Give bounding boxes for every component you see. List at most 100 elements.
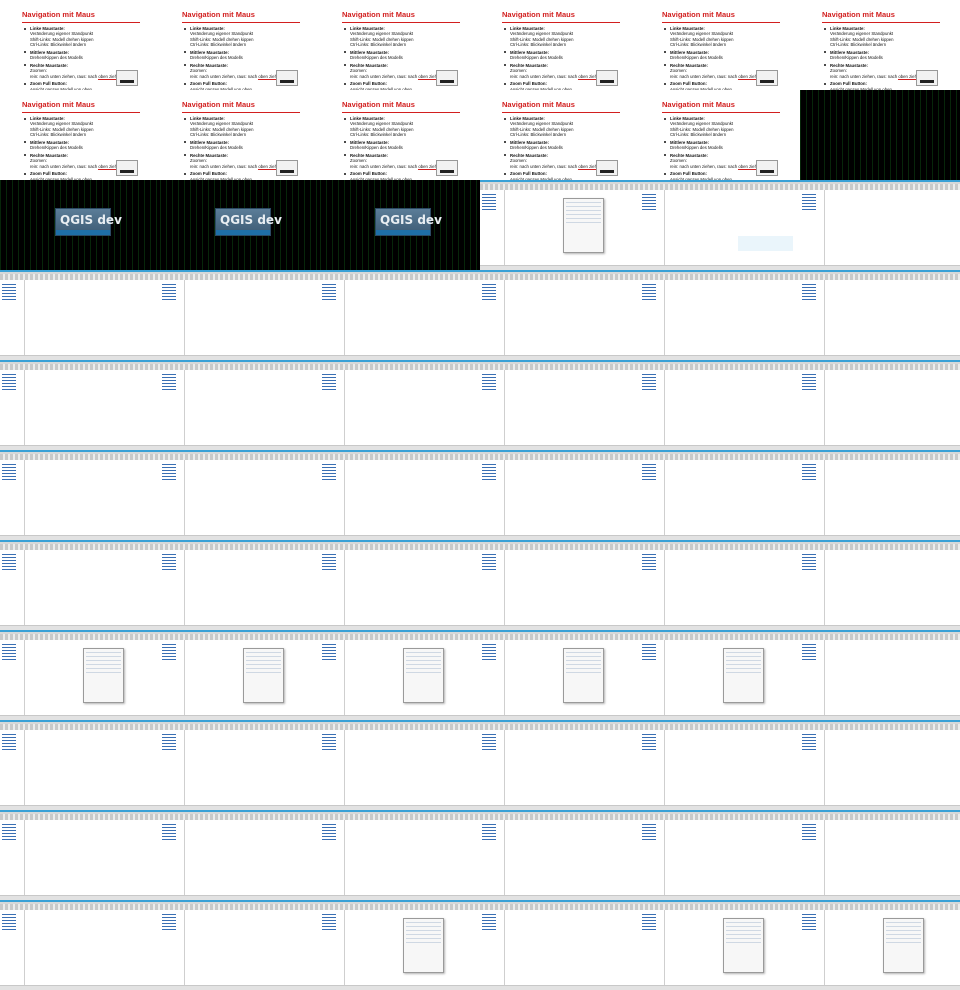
thumbnail[interactable]	[0, 360, 160, 450]
view-3d	[891, 460, 960, 536]
slide-title: Navigation mit Maus	[822, 10, 895, 19]
pointer-arrow	[418, 169, 436, 170]
thumbnail[interactable]	[640, 540, 800, 630]
thumbnail[interactable]	[320, 540, 480, 630]
bullet-item: Linke Maustaste: Veränderung eigener Stan…	[24, 116, 148, 137]
thumbnail[interactable]	[800, 450, 960, 540]
thumbnail[interactable]	[320, 360, 480, 450]
thumbnail[interactable]	[160, 810, 320, 900]
title-rule	[22, 112, 140, 113]
thumbnail[interactable]	[640, 360, 800, 450]
thumbnail[interactable]	[640, 450, 800, 540]
layers-panel	[800, 820, 825, 896]
thumbnail[interactable]	[320, 450, 480, 540]
thumbnail[interactable]	[480, 540, 640, 630]
thumbnail[interactable]	[320, 720, 480, 810]
thumbnail[interactable]	[800, 270, 960, 360]
thumbnail[interactable]	[640, 180, 800, 270]
view-3d	[251, 550, 320, 626]
thumbnail[interactable]	[160, 270, 320, 360]
thumbnail[interactable]	[320, 900, 480, 990]
view-3d	[731, 550, 800, 626]
thumbnail[interactable]	[640, 900, 800, 990]
bullet-item: Linke Maustaste: Veränderung eigener Stan…	[664, 116, 788, 137]
thumbnail[interactable]	[640, 720, 800, 810]
pointer-arrow	[738, 169, 756, 170]
layers-panel	[480, 280, 505, 356]
thumbnail[interactable]	[640, 630, 800, 720]
view-3d	[571, 280, 640, 356]
thumbnail[interactable]	[0, 900, 160, 990]
thumbnail[interactable]	[480, 450, 640, 540]
thumbnail[interactable]	[480, 270, 640, 360]
thumbnail[interactable]	[160, 540, 320, 630]
thumbnail[interactable]	[320, 270, 480, 360]
view-3d	[91, 550, 160, 626]
thumbnail[interactable]: QGIS dev	[160, 180, 320, 270]
slide-title: Navigation mit Maus	[342, 10, 415, 19]
thumbnail[interactable]: Navigation mit Maus Linke Maustaste: Verän…	[320, 0, 480, 90]
thumbnail[interactable]	[800, 720, 960, 810]
thumbnail[interactable]	[0, 540, 160, 630]
thumbnail[interactable]: Navigation mit Maus Linke Maustaste: Verän…	[640, 0, 800, 90]
thumbnail[interactable]	[0, 720, 160, 810]
thumbnail[interactable]: Navigation mit Maus Linke Maustaste: Verän…	[320, 90, 480, 180]
settings-dialog	[403, 647, 444, 703]
contact-sheet: Navigation mit Maus Linke Maustaste: Verän…	[0, 0, 960, 990]
thumbnail[interactable]	[800, 540, 960, 630]
map-canvas	[25, 640, 91, 716]
map-canvas	[825, 910, 891, 986]
thumbnail[interactable]: Navigation mit Maus Linke Maustaste: Verän…	[480, 0, 640, 90]
slide-title: Navigation mit Maus	[662, 10, 735, 19]
map-canvas	[825, 640, 891, 716]
thumbnail[interactable]: Navigation mit Maus Linke Maustaste: Verän…	[160, 0, 320, 90]
layers-panel	[160, 550, 185, 626]
thumbnail[interactable]	[480, 900, 640, 990]
thumbnail[interactable]	[800, 180, 960, 270]
thumbnail[interactable]	[480, 630, 640, 720]
thumbnail[interactable]	[160, 360, 320, 450]
title-rule	[822, 22, 940, 23]
thumbnail[interactable]	[480, 180, 640, 270]
thumbnail[interactable]: Navigation mit Maus Linke Maustaste: Verän…	[800, 0, 960, 90]
thumbnail[interactable]	[800, 90, 960, 180]
thumbnail[interactable]	[640, 810, 800, 900]
settings-dialog	[83, 647, 124, 703]
thumbnail[interactable]	[640, 270, 800, 360]
thumbnail[interactable]	[160, 450, 320, 540]
thumbnail[interactable]	[800, 810, 960, 900]
thumbnail[interactable]	[480, 720, 640, 810]
thumbnail[interactable]	[480, 810, 640, 900]
thumbnail[interactable]: Navigation mit Maus Linke Maustaste: Verän…	[480, 90, 640, 180]
thumbnail[interactable]	[320, 630, 480, 720]
thumbnail[interactable]: QGIS dev	[320, 180, 480, 270]
thumbnail[interactable]	[800, 360, 960, 450]
thumbnail[interactable]	[320, 810, 480, 900]
thumbnail[interactable]	[0, 630, 160, 720]
thumbnail[interactable]: QGIS dev	[0, 180, 160, 270]
thumbnail[interactable]: Navigation mit Maus Linke Maustaste: Verän…	[640, 90, 800, 180]
layers-panel	[480, 190, 505, 266]
thumbnail[interactable]	[0, 270, 160, 360]
view-3d	[571, 460, 640, 536]
thumbnail[interactable]	[160, 900, 320, 990]
layers-panel	[480, 460, 505, 536]
thumbnail[interactable]: Navigation mit Maus Linke Maustaste: Verän…	[160, 90, 320, 180]
thumbnail[interactable]	[800, 630, 960, 720]
thumbnail[interactable]	[0, 450, 160, 540]
thumbnail[interactable]: Navigation mit Maus Linke Maustaste: Verän…	[0, 0, 160, 90]
thumbnail[interactable]	[160, 720, 320, 810]
thumbnail[interactable]	[480, 360, 640, 450]
map-canvas	[825, 550, 891, 626]
thumbnail[interactable]	[0, 810, 160, 900]
settings-dialog	[723, 917, 764, 973]
bullet-line: Ctrl-Links: Blickwinkel ändern	[30, 131, 87, 137]
thumbnail[interactable]	[160, 630, 320, 720]
view-3d	[891, 640, 960, 716]
thumbnail[interactable]	[800, 900, 960, 990]
zoom-full-screenshot	[596, 70, 618, 86]
thumbnail[interactable]: Navigation mit Maus Linke Maustaste: Verän…	[0, 90, 160, 180]
map-canvas	[345, 910, 411, 986]
bullet-item: Linke Maustaste: Veränderung eigener Stan…	[504, 116, 628, 137]
bullet-line: Ctrl-Links: Blickwinkel ändern	[190, 131, 247, 137]
